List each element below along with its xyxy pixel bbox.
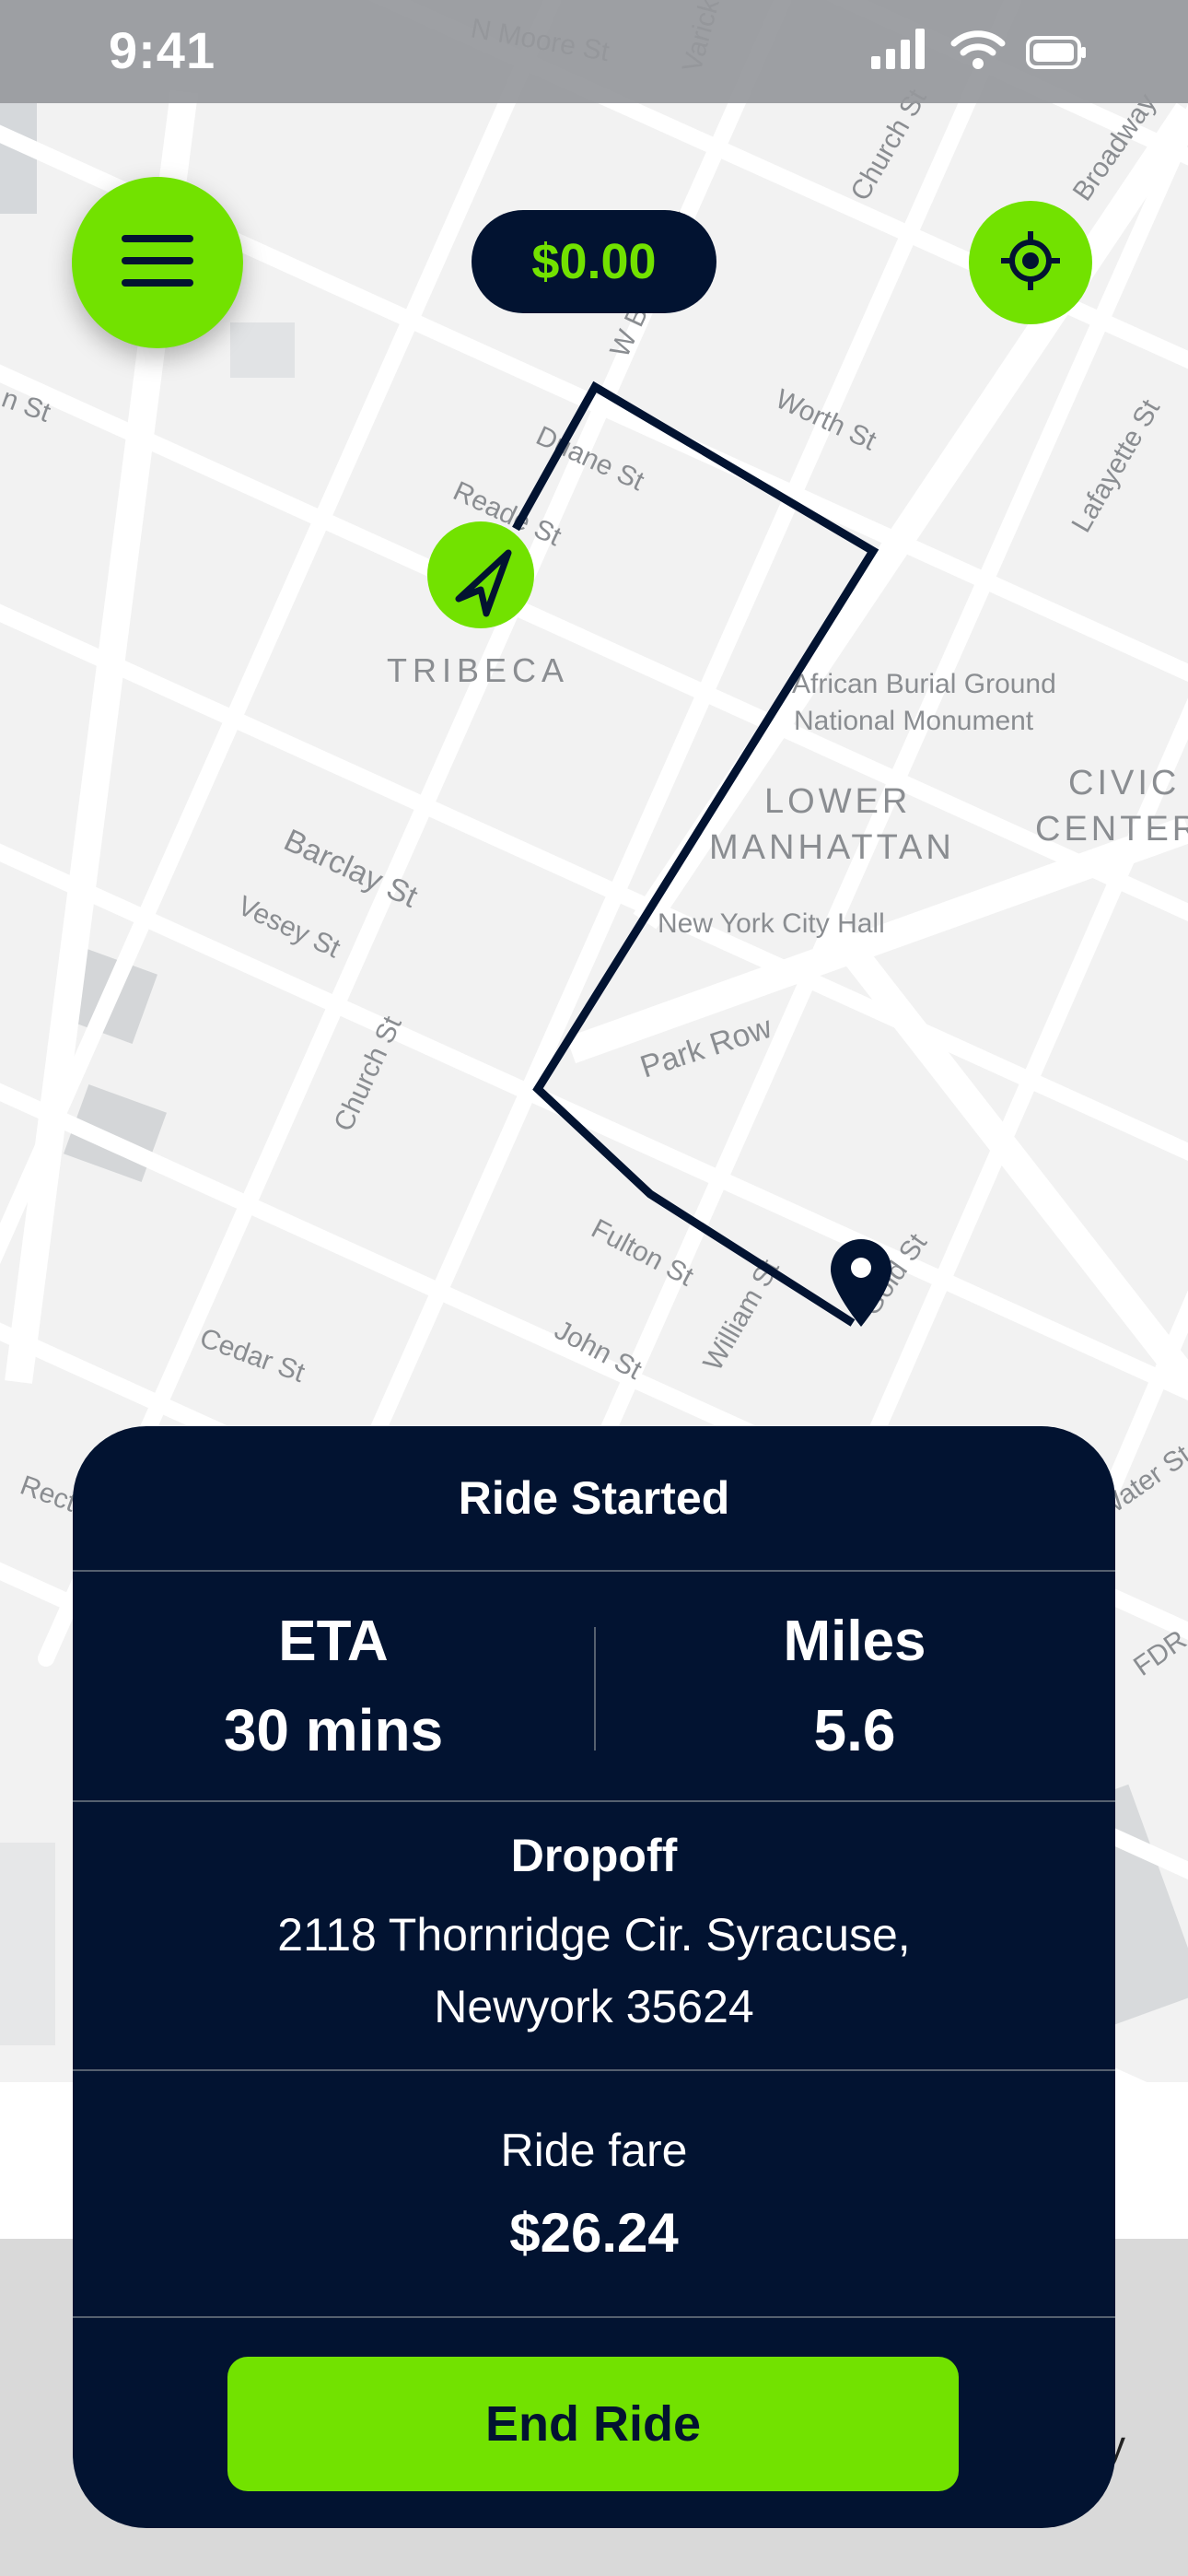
- ride-status-title: Ride Started: [73, 1426, 1115, 1572]
- eta-stat: ETA 30 mins: [73, 1572, 594, 1800]
- hamburger-menu-icon: [122, 233, 193, 293]
- stats-divider: [594, 1627, 596, 1751]
- status-bar: 9:41: [0, 0, 1188, 103]
- miles-stat: Miles 5.6: [594, 1572, 1115, 1800]
- svg-text:New York City Hall: New York City Hall: [658, 908, 885, 939]
- ride-stats: ETA 30 mins Miles 5.6: [73, 1572, 1115, 1802]
- end-ride-button[interactable]: End Ride: [227, 2357, 959, 2491]
- dropoff-label: Dropoff: [510, 1830, 678, 1881]
- fare-value: $26.24: [509, 2201, 679, 2264]
- miles-value: 5.6: [813, 1696, 896, 1763]
- status-icons: [871, 29, 1087, 74]
- svg-text:CIVIC: CIVIC: [1068, 764, 1180, 802]
- balance-pill[interactable]: $0.00: [472, 210, 716, 313]
- status-time: 9:41: [109, 21, 216, 79]
- dropoff-address: 2118 Thornridge Cir. Syracuse, Newyork 3…: [277, 1909, 911, 2032]
- cellular-signal-icon: [871, 29, 930, 74]
- fare-section: Ride fare $26.24: [73, 2071, 1115, 2318]
- svg-text:National Monument: National Monument: [794, 706, 1034, 736]
- wifi-icon: [950, 29, 1006, 74]
- menu-button[interactable]: [72, 177, 243, 348]
- svg-text:LOWER: LOWER: [764, 782, 911, 821]
- eta-label: ETA: [278, 1609, 389, 1673]
- miles-label: Miles: [783, 1609, 926, 1673]
- ride-details-sheet: Ride Started ETA 30 mins Miles 5.6 Dropo…: [73, 1426, 1115, 2528]
- svg-text:TRIBECA: TRIBECA: [387, 651, 569, 689]
- fare-label: Ride fare: [500, 2124, 688, 2176]
- svg-text:MANHATTAN: MANHATTAN: [709, 828, 955, 867]
- svg-text:CENTER: CENTER: [1035, 810, 1188, 849]
- svg-text:African Burial Ground: African Burial Ground: [792, 669, 1056, 699]
- dropoff-section: Dropoff 2118 Thornridge Cir. Syracuse, N…: [73, 1802, 1115, 2071]
- eta-value: 30 mins: [223, 1696, 444, 1763]
- battery-icon: [1026, 36, 1087, 74]
- crosshair-locate-icon: [999, 229, 1062, 297]
- locate-me-button[interactable]: [969, 201, 1092, 324]
- balance-amount: $0.00: [531, 234, 657, 289]
